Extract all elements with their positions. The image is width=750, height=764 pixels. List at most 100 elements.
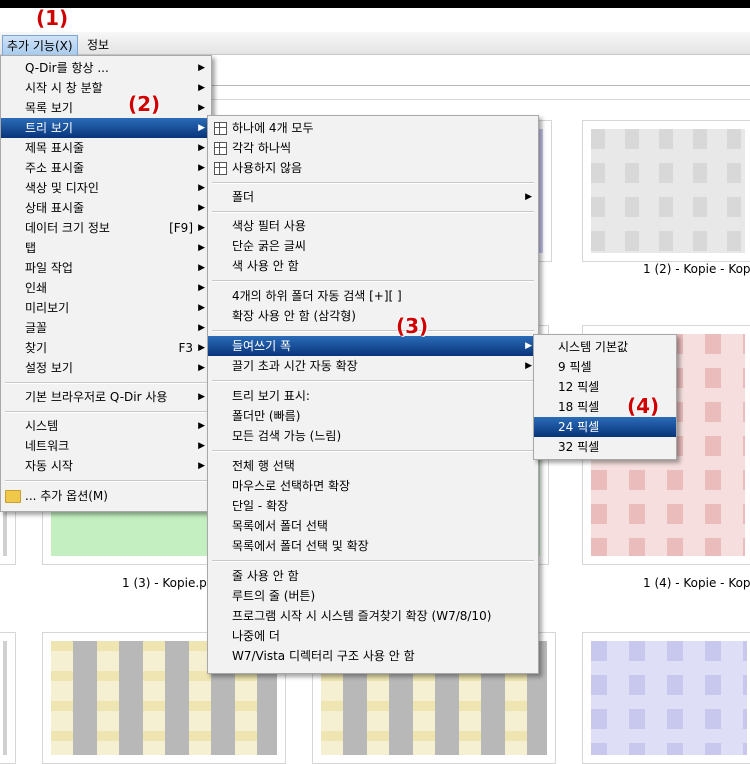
- chevron-right-icon: ▶: [198, 83, 205, 93]
- menu-separator: [212, 450, 534, 452]
- chevron-right-icon: ▶: [525, 341, 532, 351]
- tree-item-all-in-one[interactable]: 하나에 4개 모두: [208, 118, 538, 138]
- tree-item-select-expand[interactable]: 목록에서 폴더 선택 및 확장: [208, 536, 538, 556]
- menu-item-split[interactable]: 시작 시 창 분할 ▶: [1, 78, 211, 98]
- menu-item-tabs[interactable]: 탭 ▶: [1, 238, 211, 258]
- step-marker-2: (2): [128, 92, 161, 116]
- grid-icon: [214, 162, 227, 175]
- menu-separator: [5, 480, 207, 482]
- menu-item-more-options[interactable]: ... 추가 옵션(M): [1, 486, 211, 506]
- menu-item-status-bar[interactable]: 상태 표시줄 ▶: [1, 198, 211, 218]
- menu-item-autostart[interactable]: 자동 시작 ▶: [1, 456, 211, 476]
- tree-item-indent-width[interactable]: 들여쓰기 폭 ▶: [208, 336, 538, 356]
- chevron-right-icon: ▶: [198, 243, 205, 253]
- thumbnail-gray-bottom-left[interactable]: [0, 632, 16, 764]
- tree-item-display-header: 트리 보기 표시:: [232, 389, 310, 403]
- chevron-right-icon: ▶: [198, 323, 205, 333]
- chevron-right-icon: ▶: [198, 343, 205, 353]
- grid-icon: [214, 122, 227, 135]
- menu-separator: [212, 280, 534, 282]
- indent-item-32[interactable]: 32 픽셀: [534, 437, 676, 457]
- menu-item-default-browser[interactable]: 기본 브라우저로 Q-Dir 사용 ▶: [1, 387, 211, 407]
- menu-item-system[interactable]: 시스템 ▶: [1, 416, 211, 436]
- thumbnail-gray[interactable]: [582, 120, 750, 262]
- chevron-right-icon: ▶: [198, 363, 205, 373]
- menu-item-address-bar[interactable]: 주소 표시줄 ▶: [1, 158, 211, 178]
- chevron-right-icon: ▶: [198, 63, 205, 73]
- menu-separator: [212, 182, 534, 184]
- menu-item-list-view[interactable]: 목록 보기 ▶: [1, 98, 211, 118]
- folder-icon: [5, 490, 21, 503]
- tree-view-submenu: 하나에 4개 모두 각각 하나씩 사용하지 않음 폴더 ▶ 색상 필터 사용 단순…: [207, 115, 539, 674]
- tree-item-folders-only[interactable]: 폴더만 (빠름): [208, 406, 538, 426]
- menu-item-font[interactable]: 글꼴 ▶: [1, 318, 211, 338]
- menu-separator: [212, 560, 534, 562]
- tree-item-expand-favorites[interactable]: 프로그램 시작 시 시스템 즐겨찾기 확장 (W7/8/10): [208, 606, 538, 626]
- tree-item-no-expand[interactable]: 확장 사용 안 함 (삼각형): [208, 306, 538, 326]
- menu-item-title-bar[interactable]: 제목 표시줄 ▶: [1, 138, 211, 158]
- indent-item-24[interactable]: 24 픽셀: [534, 417, 676, 437]
- tree-item-root-lines[interactable]: 루트의 줄 (버튼): [208, 586, 538, 606]
- tree-item-no-lines[interactable]: 줄 사용 안 함: [208, 566, 538, 586]
- chevron-right-icon: ▶: [198, 223, 205, 233]
- chevron-right-icon: ▶: [198, 123, 205, 133]
- step-marker-1: (1): [36, 6, 69, 30]
- tree-item-each-one[interactable]: 각각 하나씩: [208, 138, 538, 158]
- menu-separator: [212, 380, 534, 382]
- chevron-right-icon: ▶: [525, 192, 532, 202]
- menu-item-preview[interactable]: 미리보기 ▶: [1, 298, 211, 318]
- menu-item-network[interactable]: 네트워크 ▶: [1, 436, 211, 456]
- menu-item-tree-view[interactable]: 트리 보기 ▶: [1, 118, 211, 138]
- tree-item-all-searchable[interactable]: 모든 검색 가능 (느림): [208, 426, 538, 446]
- menu-separator: [5, 382, 207, 384]
- chevron-right-icon: ▶: [525, 361, 532, 371]
- thumbnail-caption: 1 (2) - Kopie - Kopie.: [643, 262, 750, 276]
- chevron-right-icon: ▶: [198, 143, 205, 153]
- chevron-right-icon: ▶: [198, 461, 205, 471]
- menu-item-always[interactable]: Q-Dir를 항상 ... ▶: [1, 58, 211, 78]
- chevron-right-icon: ▶: [198, 303, 205, 313]
- grid-icon: [214, 142, 227, 155]
- menu-info[interactable]: 정보: [83, 35, 113, 54]
- menu-item-find[interactable]: 찾기 F3 ▶: [1, 338, 211, 358]
- tree-item-disabled[interactable]: 사용하지 않음: [208, 158, 538, 178]
- menu-addon[interactable]: 추가 기능(X): [2, 35, 78, 56]
- menu-item-print[interactable]: 인쇄 ▶: [1, 278, 211, 298]
- chevron-right-icon: ▶: [198, 263, 205, 273]
- tree-item-no-color[interactable]: 색 사용 안 함: [208, 256, 538, 276]
- tree-item-later[interactable]: 나중에 더: [208, 626, 538, 646]
- chevron-right-icon: ▶: [198, 392, 205, 402]
- tree-item-single-expand[interactable]: 단일 - 확장: [208, 496, 538, 516]
- thumbnail-caption: 1 (4) - Kopie - Kopie.: [643, 576, 750, 590]
- tree-item-folder[interactable]: 폴더 ▶: [208, 187, 538, 207]
- chevron-right-icon: ▶: [198, 203, 205, 213]
- chevron-right-icon: ▶: [198, 183, 205, 193]
- chevron-right-icon: ▶: [198, 283, 205, 293]
- tree-item-full-row[interactable]: 전체 행 선택: [208, 456, 538, 476]
- tree-item-select-folder[interactable]: 목록에서 폴더 선택: [208, 516, 538, 536]
- tree-item-color-filter[interactable]: 색상 필터 사용: [208, 216, 538, 236]
- tree-item-no-w7-structure[interactable]: W7/Vista 디렉터리 구조 사용 안 함: [208, 646, 538, 666]
- menu-separator: [212, 330, 534, 332]
- thumbnail-purple-bottom[interactable]: [582, 632, 750, 764]
- menu-item-file-ops[interactable]: 파일 작업 ▶: [1, 258, 211, 278]
- addon-dropdown-menu: Q-Dir를 항상 ... ▶ 시작 시 창 분할 ▶ 목록 보기 ▶ 트리 보기 ▶ …: [0, 55, 212, 512]
- chevron-right-icon: ▶: [198, 103, 205, 113]
- menu-item-data-size[interactable]: 데이터 크기 정보 [F9] ▶: [1, 218, 211, 238]
- menu-separator: [5, 411, 207, 413]
- indent-item-default[interactable]: 시스템 기본값: [534, 337, 676, 357]
- tree-item-bold[interactable]: 단순 굵은 글씨: [208, 236, 538, 256]
- tree-item-mouse-expand[interactable]: 마우스로 선택하면 확장: [208, 476, 538, 496]
- tree-item-drag-expand[interactable]: 끌기 초과 시간 자동 확장 ▶: [208, 356, 538, 376]
- menu-item-view-settings[interactable]: 설정 보기 ▶: [1, 358, 211, 378]
- step-marker-3: (3): [396, 314, 429, 338]
- window-top-edge: [0, 0, 750, 8]
- chevron-right-icon: ▶: [198, 163, 205, 173]
- step-marker-4: (4): [627, 394, 660, 418]
- menu-item-colors[interactable]: 색상 및 디자인 ▶: [1, 178, 211, 198]
- menu-bar: 추가 기능(X) 정보: [0, 32, 750, 56]
- tree-item-auto-search[interactable]: 4개의 하위 폴더 자동 검색 [+][ ]: [208, 286, 538, 306]
- menu-separator: [212, 211, 534, 213]
- indent-item-9[interactable]: 9 픽셀: [534, 357, 676, 377]
- chevron-right-icon: ▶: [198, 441, 205, 451]
